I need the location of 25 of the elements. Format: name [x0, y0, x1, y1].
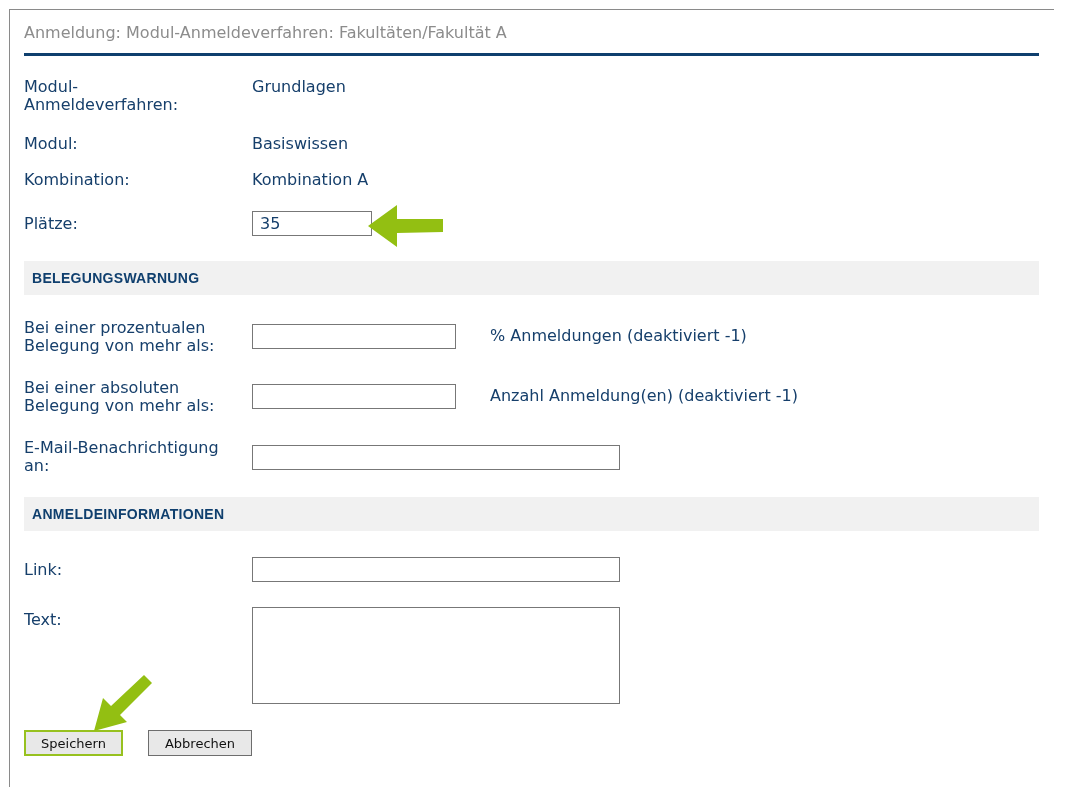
- input-field[interactable]: [252, 557, 620, 582]
- input-field[interactable]: [252, 384, 456, 409]
- section-heading: ANMELDEINFORMATIONEN: [24, 497, 1039, 531]
- save-button[interactable]: Speichern: [24, 730, 123, 756]
- text-area[interactable]: [252, 607, 620, 704]
- field-value: Grundlagen: [252, 78, 347, 96]
- field-label: Link:: [24, 560, 64, 579]
- field-label: Bei einer absoluten Belegung von mehr als:: [24, 379, 216, 415]
- field-value: Kombination A: [252, 171, 370, 189]
- input-field[interactable]: [252, 444, 620, 470]
- field-hint: Anzahl Anmeldung(en) (deaktiviert -1): [490, 387, 798, 405]
- field-label: E-Mail-Benachrichtigung an:: [24, 439, 220, 475]
- field-label: Modul-Anmeldeverfahren:: [24, 78, 180, 114]
- cancel-button[interactable]: Abbrechen: [148, 730, 252, 756]
- section-heading: BELEGUNGSWARNUNG: [24, 261, 1039, 295]
- field-hint: % Anmeldungen (deaktiviert -1): [490, 327, 747, 345]
- page-title: Anmeldung: Modul-Anmeldeverfahren: Fakultäten/Fakultät A: [24, 24, 1039, 56]
- input-field[interactable]: [252, 324, 456, 349]
- field-label: Bei einer prozentualen Belegung von mehr als:: [24, 319, 216, 355]
- field-value: Basiswissen: [252, 135, 350, 153]
- field-label: Plätze:: [24, 214, 79, 233]
- field-label: Text:: [24, 609, 63, 629]
- input-field[interactable]: 35: [252, 211, 372, 236]
- field-label: Modul:: [24, 135, 79, 153]
- field-label: Kombination:: [24, 171, 131, 189]
